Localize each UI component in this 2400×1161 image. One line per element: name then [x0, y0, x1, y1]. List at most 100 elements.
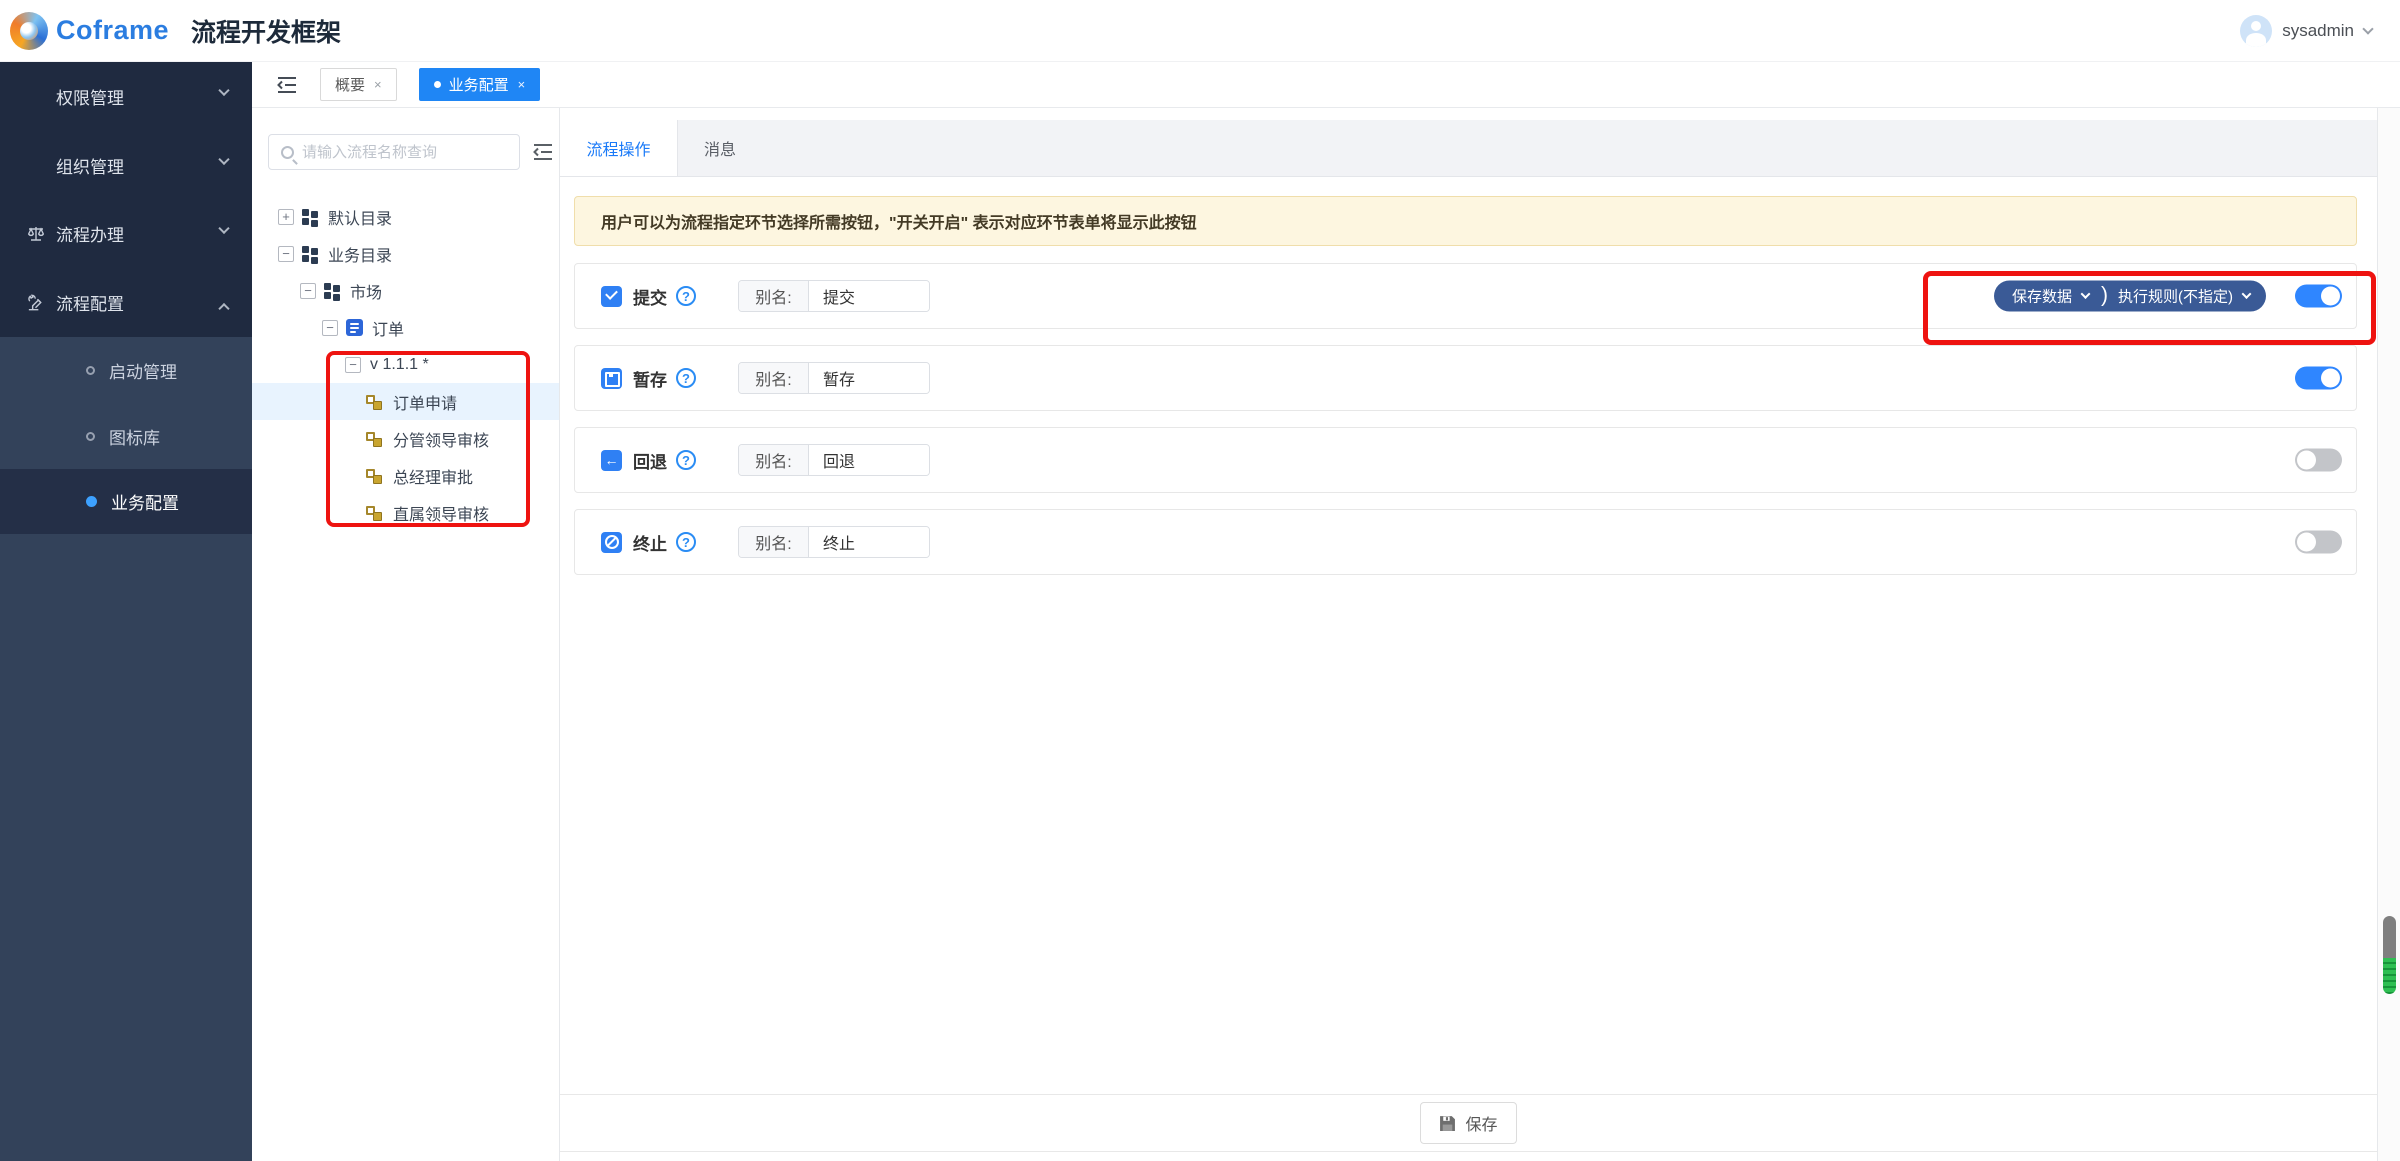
tree-node-label: 直属领导审核 [393, 501, 489, 525]
search-box [268, 134, 520, 170]
tree-node-label: 分管领导审核 [393, 427, 489, 451]
expand-icon[interactable]: + [278, 209, 294, 225]
user-menu[interactable]: sysadmin [2240, 15, 2372, 47]
operation-row-rollback: ← 回退 别名: [574, 427, 2357, 493]
scrollbar-marker [2383, 958, 2396, 994]
tree-node-gm-approval[interactable]: 总经理审批 [252, 457, 559, 494]
page-title: 流程开发框架 [191, 13, 341, 49]
tree-node-label: 订单申请 [393, 390, 457, 414]
collapse-icon[interactable]: − [278, 246, 294, 262]
flow-step-icon [366, 393, 384, 411]
help-icon[interactable] [676, 450, 696, 470]
document-icon [346, 319, 363, 336]
sidebar-item-business-config[interactable]: 业务配置 [0, 469, 252, 534]
tree-node-order-apply[interactable]: 订单申请 [252, 383, 559, 420]
bullet-icon [86, 366, 95, 375]
save-button[interactable]: 保存 [1420, 1102, 1516, 1144]
tree: + 默认目录 − 业务目录 − 市场 − 订单 − v 1.1.1 * [252, 198, 559, 531]
process-tree-panel: + 默认目录 − 业务目录 − 市场 − 订单 − v 1.1.1 * [252, 108, 560, 1161]
tree-node-order[interactable]: − 订单 [252, 309, 559, 346]
tab-label: 概要 [335, 74, 365, 95]
collapse-all-icon[interactable] [532, 143, 554, 161]
scrollbar-track[interactable] [2377, 108, 2400, 1161]
rollback-toggle[interactable] [2295, 449, 2342, 472]
action-dropdowns: 保存数据 执行规则(不指定) [1994, 281, 2266, 312]
tree-node-label: v 1.1.1 * [370, 356, 429, 374]
alias-label: 别名: [739, 281, 809, 311]
close-icon[interactable]: × [374, 77, 382, 92]
tree-node-direct-leader-review[interactable]: 直属领导审核 [252, 494, 559, 531]
content-tabs: 流程操作 消息 [560, 120, 2377, 177]
tab-process-operation[interactable]: 流程操作 [560, 120, 678, 176]
sidebar-item-label: 业务配置 [111, 489, 179, 514]
sidebar-item-label: 权限管理 [56, 84, 124, 109]
sidebar-item-organization[interactable]: 组织管理 [0, 131, 252, 200]
scrollbar-thumb[interactable] [2383, 916, 2396, 958]
folder-grid-icon [302, 208, 319, 225]
checkbox-checked-icon[interactable] [601, 286, 622, 307]
tab-overview[interactable]: 概要 × [320, 68, 397, 101]
user-name: sysadmin [2282, 21, 2354, 41]
chevron-down-icon [218, 154, 229, 165]
chevron-down-icon [2362, 23, 2373, 34]
sidebar-item-process-handle[interactable]: 流程办理 [0, 200, 252, 269]
sidebar: 权限管理 组织管理 流程办理 [0, 62, 252, 1161]
tree-node-business-dir[interactable]: − 业务目录 [252, 235, 559, 272]
help-icon[interactable] [676, 532, 696, 552]
search-input[interactable] [302, 144, 519, 161]
prohibit-icon [601, 532, 622, 553]
alias-label: 别名: [739, 445, 809, 475]
collapse-icon[interactable]: − [322, 320, 338, 336]
collapse-icon[interactable]: − [300, 283, 316, 299]
tab-message[interactable]: 消息 [678, 120, 762, 176]
chevron-down-icon [218, 223, 229, 234]
chevron-up-icon [218, 303, 229, 314]
content-footer: 保存 [560, 1094, 2377, 1152]
folder-grid-icon [302, 245, 319, 262]
tab-bar: 概要 × 业务配置 × [252, 62, 2400, 108]
tree-node-label: 默认目录 [328, 205, 392, 229]
alias-input[interactable] [809, 445, 929, 475]
tab-label: 流程操作 [586, 136, 650, 160]
submit-toggle[interactable] [2295, 285, 2342, 308]
help-icon[interactable] [676, 368, 696, 388]
collapse-icon[interactable]: − [345, 357, 361, 373]
sidebar-item-label: 启动管理 [109, 358, 177, 383]
close-icon[interactable]: × [518, 77, 526, 92]
menu-fold-icon[interactable] [276, 76, 298, 94]
operation-row-stash: 暂存 别名: [574, 345, 2357, 411]
sidebar-submenu: 启动管理 图标库 业务配置 [0, 337, 252, 534]
sidebar-item-permission[interactable]: 权限管理 [0, 62, 252, 131]
tab-label: 消息 [704, 136, 736, 160]
flow-step-icon [366, 430, 384, 448]
exec-rule-dropdown[interactable]: 执行规则(不指定) [2118, 286, 2233, 307]
alias-input[interactable] [809, 281, 929, 311]
pill-divider [2089, 283, 2118, 309]
app-header: Coframe 流程开发框架 sysadmin [0, 0, 2400, 62]
sidebar-item-icon-library[interactable]: 图标库 [0, 403, 252, 469]
tree-node-branch-leader-review[interactable]: 分管领导审核 [252, 420, 559, 457]
alias-input[interactable] [809, 363, 929, 393]
stash-toggle[interactable] [2295, 367, 2342, 390]
operation-row-submit: 提交 别名: 保存数据 执行规则(不指定) [574, 263, 2357, 329]
sidebar-item-start-management[interactable]: 启动管理 [0, 337, 252, 403]
tree-node-market[interactable]: − 市场 [252, 272, 559, 309]
alias-label: 别名: [739, 363, 809, 393]
operation-row-terminate: 终止 别名: [574, 509, 2357, 575]
alias-input-group: 别名: [738, 444, 930, 476]
alias-input[interactable] [809, 527, 929, 557]
tree-node-default-dir[interactable]: + 默认目录 [252, 198, 559, 235]
tree-node-version[interactable]: − v 1.1.1 * [252, 346, 559, 383]
save-draft-icon [601, 368, 622, 389]
tab-business-config[interactable]: 业务配置 × [419, 68, 541, 101]
tree-node-label: 总经理审批 [393, 464, 473, 488]
robot-arm-icon [26, 293, 45, 312]
tab-label: 业务配置 [449, 74, 509, 95]
sidebar-item-process-config[interactable]: 流程配置 [0, 268, 252, 337]
chevron-down-icon [2242, 289, 2252, 299]
terminate-toggle[interactable] [2295, 531, 2342, 554]
tree-node-label: 订单 [372, 316, 404, 340]
save-data-dropdown[interactable]: 保存数据 [2012, 286, 2072, 307]
help-icon[interactable] [676, 286, 696, 306]
alias-input-group: 别名: [738, 280, 930, 312]
